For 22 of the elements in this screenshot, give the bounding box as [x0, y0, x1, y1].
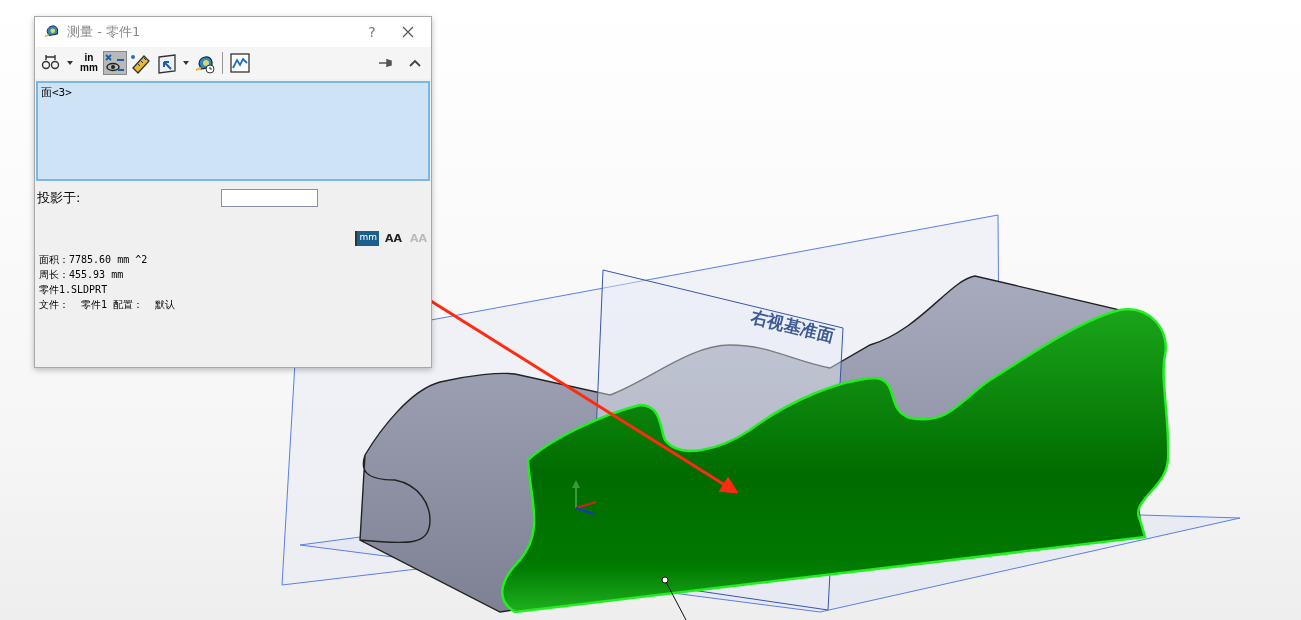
units-display-button[interactable]: mm [355, 231, 379, 246]
graph-tool-icon[interactable] [228, 51, 252, 75]
axis-triad-icon [572, 480, 597, 515]
result-line: 周长：455.93 mm [39, 268, 125, 282]
result-line: 文件： 零件1 配置： 默认 [39, 298, 177, 312]
units-button[interactable]: in mm [77, 51, 101, 75]
selected-face[interactable] [501, 308, 1170, 614]
leader-line [661, 576, 687, 620]
projection-label: 投影于: [37, 189, 82, 207]
xyz-tool-icon[interactable] [103, 51, 127, 75]
projection-tool-icon[interactable] [155, 51, 179, 75]
help-button[interactable]: ? [357, 24, 387, 40]
window-title: 测量 - 零件1 [67, 23, 142, 41]
projection-field[interactable] [221, 189, 318, 207]
plane-label: 右视基准面 [749, 306, 837, 347]
collapse-icon[interactable] [409, 59, 421, 67]
pin-icon[interactable] [379, 58, 393, 68]
result-line: 面积：7785.60 mm ^2 [39, 253, 149, 267]
larger-text-button[interactable]: AA [382, 231, 404, 246]
result-line: 零件1.SLDPRT [39, 283, 109, 297]
selection-list[interactable]: 面<3> [36, 81, 430, 181]
selection-item[interactable]: 面<3> [41, 85, 72, 100]
